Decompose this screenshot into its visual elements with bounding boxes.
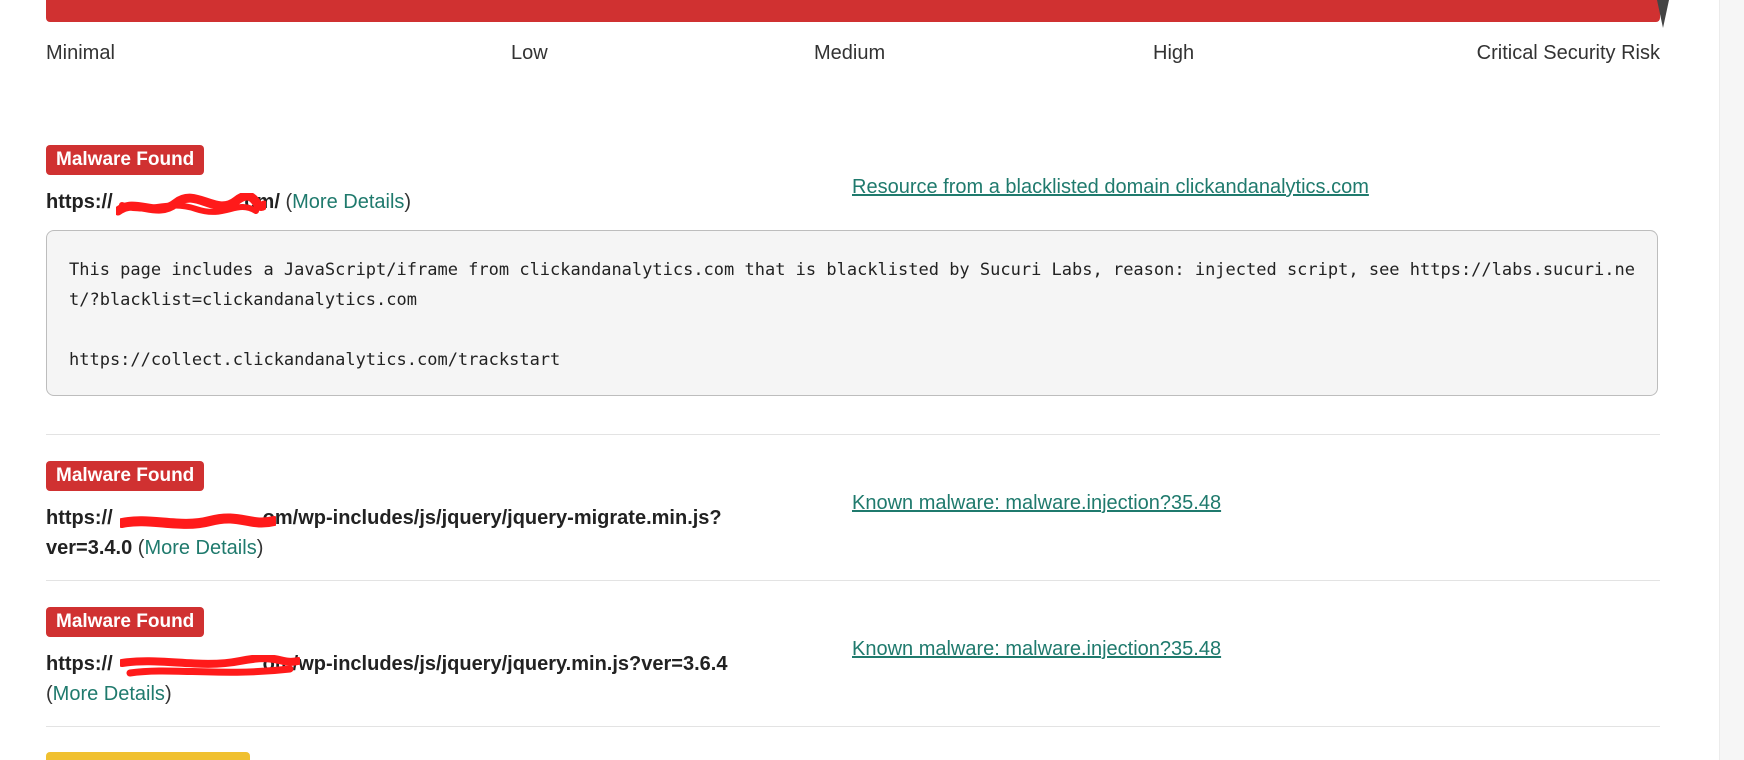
vertical-scrollbar[interactable] [1719,0,1744,760]
finding-url-block: https:// om/wp-includes/js/jquery/jquery.… [46,649,766,709]
finding-divider [46,726,1660,727]
malware-found-badge: Malware Found [46,607,205,637]
threat-description-link[interactable]: Known malware: malware.injection?35.48 [852,492,1221,515]
scan-results-page: Minimal Low Medium High Critical Securit… [0,0,1744,760]
url-prefix: https:// [46,653,113,675]
risk-pointer-icon [1657,0,1669,28]
more-details-link[interactable]: More Details [144,537,256,559]
paren-close: ) [164,683,172,705]
malware-detail-box: This page includes a JavaScript/iframe f… [46,230,1658,396]
paren-close: ) [256,537,264,559]
threat-description-link[interactable]: Known malware: malware.injection?35.48 [852,638,1221,661]
finding-item-partial [46,752,1660,760]
finding-url-block: https://.com/ (More Details) [46,187,766,217]
more-details-link[interactable]: More Details [53,683,165,705]
risk-label-high: High [1153,42,1195,64]
url-suffix: .com/ [227,191,280,213]
infected-url: https:// om/wp-includes/js/jquery/jquery.… [46,653,728,677]
infected-url: https:// .com/ [46,191,280,216]
risk-meter-labels: Minimal Low Medium High Critical Securit… [46,42,1660,68]
risk-label-minimal: Minimal [46,42,115,64]
finding-item: Malware Found https:// om/wp-includes/js/… [46,607,1660,717]
risk-label-critical: Critical Security Risk [1476,42,1660,64]
paren-close: ) [404,191,412,213]
risk-label-medium: Medium [814,42,886,64]
risk-label-low: Low [511,42,548,64]
url-prefix: https:// [46,507,113,529]
finding-item: Malware Found https://.com/ (More Detail… [46,145,1660,396]
finding-divider [46,580,1660,581]
more-details-link[interactable]: More Details [292,191,404,213]
risk-meter-bar [46,0,1660,22]
finding-item: Malware Found https://om/wp-includes/js/… [46,461,1660,571]
warning-badge [46,752,250,760]
url-suffix: om/wp-includes/js/jquery/jquery.min.js?v… [262,653,728,675]
finding-url-block: https://om/wp-includes/js/jquery/jquery-… [46,503,766,563]
malware-found-badge: Malware Found [46,145,205,175]
detail-text: This page includes a JavaScript/iframe f… [69,260,1635,310]
redaction-scribble-icon [120,513,276,529]
malware-found-badge: Malware Found [46,461,205,491]
finding-divider [46,434,1660,435]
threat-description-link[interactable]: Resource from a blacklisted domain click… [852,176,1369,199]
url-prefix: https:// [46,191,113,213]
paren-open: ( [46,683,53,705]
detail-url-text: https://collect.clickandanalytics.com/tr… [69,350,561,370]
